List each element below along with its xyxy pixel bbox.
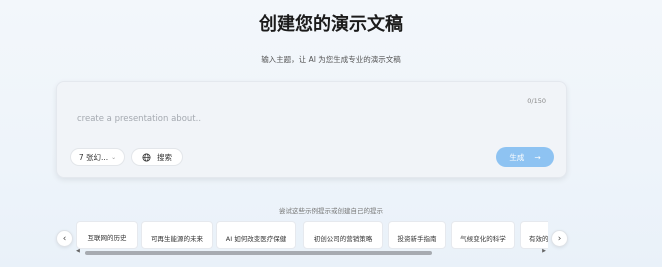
scroll-right-arrow-icon[interactable]: ▶ [542,248,546,254]
scrollbar-thumb[interactable] [85,251,432,255]
page-title: 创建您的演示文稿 [259,14,403,35]
generate-button-label: 生成 [509,152,525,162]
page-subtitle: 输入主题，让 AI 为您生成专业的演示文稿 [261,55,401,64]
generate-button[interactable]: 生成 → [496,147,554,167]
examples-hint: 尝试这些示例提示或创建自己的提示 [279,207,383,215]
example-prompt-card[interactable]: 初创公司的营销策略 [303,221,383,249]
scroll-left-arrow-icon[interactable]: ◀ [76,248,80,254]
examples-scrollbar[interactable]: ◀ ▶ [76,248,548,256]
example-prompt-card[interactable]: 可再生能源的未来 [141,221,213,249]
example-prompt-card[interactable]: 有效的 [520,221,548,249]
example-prompt-card[interactable]: 投资新手指南 [388,221,446,249]
prompt-input[interactable] [77,112,497,126]
arrow-right-icon: → [534,152,541,162]
examples-prev-button[interactable]: ‹ [56,230,73,247]
chevron-left-icon: ‹ [62,233,67,244]
slide-count-select[interactable]: 7 张幻... ⌄ [70,148,125,166]
char-counter: 0/150 [527,97,546,105]
example-prompt-card[interactable]: AI 如何改变医疗保健 [216,221,296,249]
chevron-right-icon: › [557,233,562,244]
slide-count-label: 7 张幻... [78,152,109,162]
search-button[interactable]: 搜索 [131,148,183,166]
examples-next-button[interactable]: › [551,230,568,247]
chevron-down-icon: ⌄ [111,153,117,161]
example-prompt-card[interactable]: 互联网的历史 [76,221,138,249]
examples-carousel: 互联网的历史 可再生能源的未来 AI 如何改变医疗保健 初创公司的营销策略 投资… [76,220,548,250]
globe-icon [142,152,151,162]
search-button-label: 搜索 [157,152,172,162]
prompt-card: 0/150 7 张幻... ⌄ 搜索 生成 → [56,81,567,178]
example-prompt-card[interactable]: 气候变化的科学 [451,221,515,249]
